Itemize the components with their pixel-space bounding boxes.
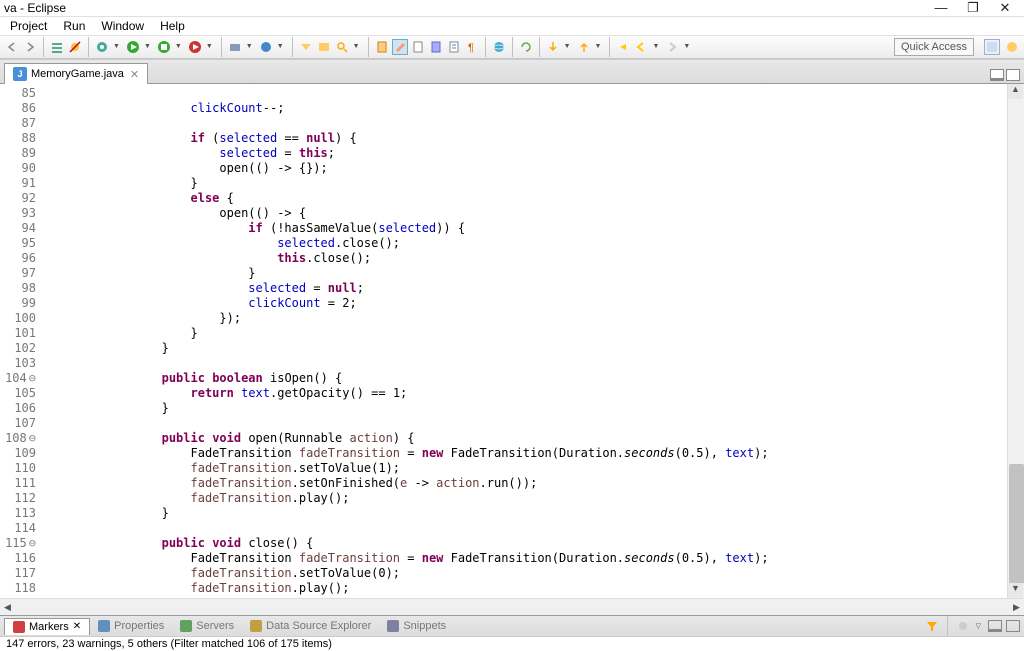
- view-icon: [250, 620, 262, 632]
- bottom-tab-servers[interactable]: Servers: [172, 618, 242, 634]
- run-last-icon[interactable]: [187, 39, 203, 55]
- view-icon: [98, 620, 110, 632]
- maximize-bottom-button[interactable]: [1006, 620, 1020, 632]
- nav-back-icon[interactable]: [4, 39, 20, 55]
- open-task-icon[interactable]: [316, 39, 332, 55]
- menu-window[interactable]: Window: [93, 17, 152, 35]
- book-icon[interactable]: [428, 39, 444, 55]
- editor-tab-bar: J MemoryGame.java ✕: [0, 60, 1024, 84]
- run-icon[interactable]: [125, 39, 141, 55]
- bottom-view-tabs: Markers ✕ Properties Servers Data Source Exp…: [0, 615, 1024, 636]
- perspective-java-icon[interactable]: [984, 39, 1000, 55]
- paragraph-icon[interactable]: ¶: [464, 39, 480, 55]
- horizontal-scrollbar[interactable]: ◀ ▶: [0, 598, 1024, 615]
- dropdown-arrow-icon[interactable]: ▼: [277, 43, 284, 50]
- scroll-left-arrow-icon[interactable]: ◀: [0, 602, 15, 613]
- dropdown-arrow-icon[interactable]: ▼: [246, 43, 253, 50]
- bottom-tab-label: Data Source Explorer: [266, 620, 371, 632]
- minimize-bottom-button[interactable]: [988, 620, 1002, 632]
- editor-tab-close-icon[interactable]: ✕: [130, 68, 139, 81]
- fwd-history-icon[interactable]: [664, 39, 680, 55]
- scroll-right-arrow-icon[interactable]: ▶: [1009, 602, 1024, 613]
- doc-icon[interactable]: [410, 39, 426, 55]
- menu-project[interactable]: Project: [2, 17, 55, 35]
- list-icon[interactable]: [446, 39, 462, 55]
- scrollbar-thumb[interactable]: [1009, 464, 1024, 584]
- status-bar: 147 errors, 23 warnings, 5 others (Filte…: [0, 636, 1024, 651]
- window-titlebar: va - Eclipse — ❐ ✕: [0, 0, 1024, 17]
- editor-tab-active[interactable]: J MemoryGame.java ✕: [4, 63, 148, 84]
- code-editor[interactable]: 8586878889909192939495969798991001011021…: [0, 84, 1024, 598]
- step2-icon[interactable]: [576, 39, 592, 55]
- filter-icon[interactable]: [924, 618, 940, 634]
- paint-icon[interactable]: [392, 39, 408, 55]
- line-number-gutter: 8586878889909192939495969798991001011021…: [0, 84, 42, 598]
- minimize-view-button[interactable]: [990, 69, 1004, 81]
- bottom-tab-markers[interactable]: Markers ✕: [4, 618, 90, 635]
- view-icon: [13, 621, 25, 633]
- bottom-tab-label: Markers: [29, 621, 69, 633]
- maximize-view-button[interactable]: [1006, 69, 1020, 81]
- window-maximize-button[interactable]: ❐: [966, 1, 980, 15]
- menu-help[interactable]: Help: [152, 17, 193, 35]
- new-server-icon[interactable]: [227, 39, 243, 55]
- coverage-icon[interactable]: [156, 39, 172, 55]
- quick-access-field[interactable]: Quick Access: [894, 38, 974, 56]
- dropdown-arrow-icon[interactable]: ▼: [113, 43, 120, 50]
- refresh-icon[interactable]: [518, 39, 534, 55]
- bottom-tab-label: Properties: [114, 620, 164, 632]
- toggle-breadcrumb-icon[interactable]: [49, 39, 65, 55]
- open-type-icon[interactable]: [298, 39, 314, 55]
- dropdown-arrow-icon[interactable]: ▼: [683, 43, 690, 50]
- scroll-up-arrow-icon[interactable]: ▲: [1008, 84, 1023, 99]
- dropdown-arrow-icon[interactable]: ▼: [652, 43, 659, 50]
- window-title: va - Eclipse: [4, 1, 934, 15]
- new-wizard-icon[interactable]: [258, 39, 274, 55]
- bottom-tab-label: Snippets: [403, 620, 446, 632]
- dropdown-arrow-icon[interactable]: ▼: [564, 43, 571, 50]
- editor-tab-label: MemoryGame.java: [31, 68, 124, 80]
- svg-text:¶: ¶: [468, 42, 474, 54]
- dropdown-arrow-icon[interactable]: ▼: [595, 43, 602, 50]
- dropdown-arrow-icon[interactable]: ▼: [144, 43, 151, 50]
- java-file-icon: J: [13, 67, 27, 81]
- globe-icon[interactable]: [491, 39, 507, 55]
- dropdown-arrow-icon[interactable]: ▽: [976, 622, 981, 630]
- menu-run[interactable]: Run: [55, 17, 93, 35]
- code-content[interactable]: clickCount--; if (selected == null) { se…: [42, 84, 1007, 598]
- debug-icon[interactable]: [94, 39, 110, 55]
- search-icon[interactable]: [334, 39, 350, 55]
- bottom-tab-snippets[interactable]: Snippets: [379, 618, 454, 634]
- window-close-button[interactable]: ✕: [998, 1, 1012, 15]
- bottom-tab-properties[interactable]: Properties: [90, 618, 172, 634]
- dropdown-arrow-icon[interactable]: ▼: [206, 43, 213, 50]
- status-text: 147 errors, 23 warnings, 5 others (Filte…: [6, 638, 332, 650]
- perspective-debug-icon[interactable]: [1004, 39, 1020, 55]
- bottom-tab-data-source-explorer[interactable]: Data Source Explorer: [242, 618, 379, 634]
- back-arrow-icon[interactable]: [615, 39, 631, 55]
- vertical-scrollbar[interactable]: ▲ ▼: [1007, 84, 1024, 598]
- view-icon: [387, 620, 399, 632]
- back-history-icon[interactable]: [633, 39, 649, 55]
- window-minimize-button[interactable]: —: [934, 1, 948, 15]
- nav-fwd-icon[interactable]: [22, 39, 38, 55]
- skip-breakpoints-icon[interactable]: [67, 39, 83, 55]
- step-icon[interactable]: [545, 39, 561, 55]
- dropdown-arrow-icon[interactable]: ▼: [353, 43, 360, 50]
- dropdown-arrow-icon[interactable]: ▼: [175, 43, 182, 50]
- bottom-tab-label: Servers: [196, 620, 234, 632]
- menu-bar: Project Run Window Help: [0, 17, 1024, 36]
- toggle-mark-icon[interactable]: [374, 39, 390, 55]
- editor-area: J MemoryGame.java ✕ 85868788899091929394…: [0, 59, 1024, 615]
- view-menu-icon[interactable]: [955, 618, 971, 634]
- view-icon: [180, 620, 192, 632]
- main-toolbar: ▼ ▼ ▼ ▼ ▼ ▼ ▼ ¶ ▼ ▼ ▼ ▼ Quick Access: [0, 36, 1024, 59]
- scroll-down-arrow-icon[interactable]: ▼: [1008, 583, 1023, 598]
- close-icon[interactable]: ✕: [73, 621, 81, 632]
